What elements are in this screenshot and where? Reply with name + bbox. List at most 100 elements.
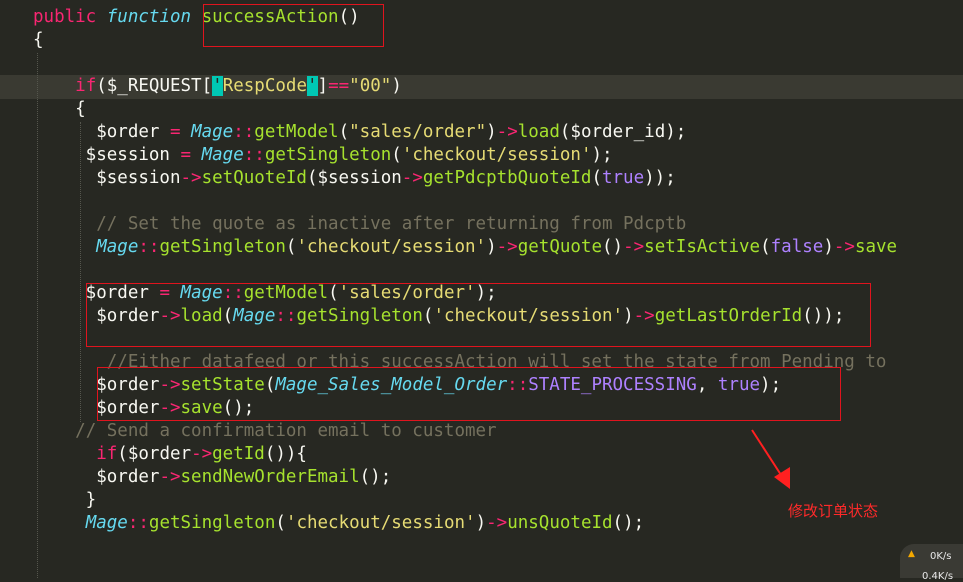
code-token: setQuoteId [201,168,307,188]
code-token: true [601,168,645,188]
code-token: -> [401,168,423,188]
code-token: getQuote [517,237,603,257]
code-token: getModel [254,122,339,142]
code-line: // Set the quote as inactive after retur… [33,213,686,236]
code-token: ( [338,122,350,142]
code-token: ($order_id); [559,122,687,142]
code-token: $order [33,467,160,487]
code-line: Mage::getSingleton('checkout/session')->… [33,512,644,535]
highlight-box-load-order [86,283,871,347]
code-token: :: [243,145,265,165]
code-token: -> [833,237,855,257]
code-token: -> [180,168,202,188]
code-token: -> [191,444,213,464]
code-line: { [33,98,86,121]
code-token: Mage [96,237,139,257]
code-token: { [33,99,86,119]
code-token: ($session [306,168,402,188]
code-token: 'checkout/session' [285,513,476,533]
code-token: ()){ [264,444,307,464]
code-token: // Send a confirmation email to customer [75,421,497,441]
code-line: Mage::getSingleton('checkout/session')->… [33,236,897,259]
code-token: load [517,122,560,142]
code-token: ( [591,168,602,188]
code-line: if($order->getId()){ [33,443,307,466]
code-token: function [106,7,192,27]
code-token: :: [127,513,149,533]
upload-speed: 0K/s [930,551,952,562]
code-token: )); [644,168,676,188]
code-token: } [33,490,97,510]
code-token: public [33,7,97,27]
code-token: unsQuoteId [507,513,613,533]
code-token: ) [391,76,402,96]
code-token: "00" [349,76,392,96]
code-line: { [33,29,44,52]
code-token: () [602,237,624,257]
code-token: -> [623,237,645,257]
code-token: = [169,122,181,142]
code-token: Mage [85,513,128,533]
code-token: "sales/order" [349,122,487,142]
code-token: getPdcptbQuoteId [422,168,592,188]
code-token: ( [760,237,771,257]
code-token: if [75,76,97,96]
download-speed: 0.4K/s [922,571,954,582]
code-token: ) [475,513,487,533]
code-token: == [328,76,350,96]
code-line: $order = Mage::getModel("sales/order")->… [33,121,686,144]
annotation-label: 修改订单状态 [788,502,879,520]
code-token: ( [275,513,286,533]
code-token: save [854,237,898,257]
code-token: -> [159,467,181,487]
code-token: ) [823,237,834,257]
code-token: -> [486,513,508,533]
code-token: setIsActive [644,237,761,257]
code-token: // Set the quote as inactive after retur… [96,214,687,234]
code-line: // Send a confirmation email to customer [33,420,497,443]
highlight-box-function-name [203,4,384,47]
code-token: $session [33,145,181,165]
code-token: -> [496,237,518,257]
code-token: false [770,237,824,257]
code-token: ' [212,76,223,96]
code-token: getSingleton [148,513,276,533]
code-token: (); [612,513,645,533]
code-token: getSingleton [264,145,392,165]
code-token: getId [212,444,265,464]
highlight-box-set-state [97,367,841,421]
code-token: ($order [117,444,192,464]
code-token: Mage [191,122,234,142]
code-token: ( [391,145,402,165]
code-token: sendNewOrderEmail [180,467,360,487]
code-line: $session = Mage::getSingleton('checkout/… [33,144,613,167]
code-token: (); [359,467,392,487]
code-line: $order->sendNewOrderEmail(); [33,466,391,489]
code-token: if [96,444,118,464]
code-token: Mage [201,145,244,165]
code-token: ( [285,237,297,257]
code-token: $order [33,122,170,142]
network-speed-widget[interactable]: ▲ 0K/s 0.4K/s [900,544,963,582]
code-token: ) [486,237,497,257]
code-line: } [33,489,97,512]
code-token: ) [486,122,497,142]
up-arrow-icon: ▲ [908,549,915,559]
code-line: if($_REQUEST['RespCode']=="00") [33,75,402,98]
code-line: $session->setQuoteId($session->getPdcptb… [33,167,676,190]
code-token: :: [233,122,255,142]
code-token: 'checkout/session' [401,145,592,165]
code-token: RespCode [222,76,307,96]
code-editor[interactable]: public function successAction(){ if($_RE… [0,0,963,582]
code-token: :: [138,237,160,257]
